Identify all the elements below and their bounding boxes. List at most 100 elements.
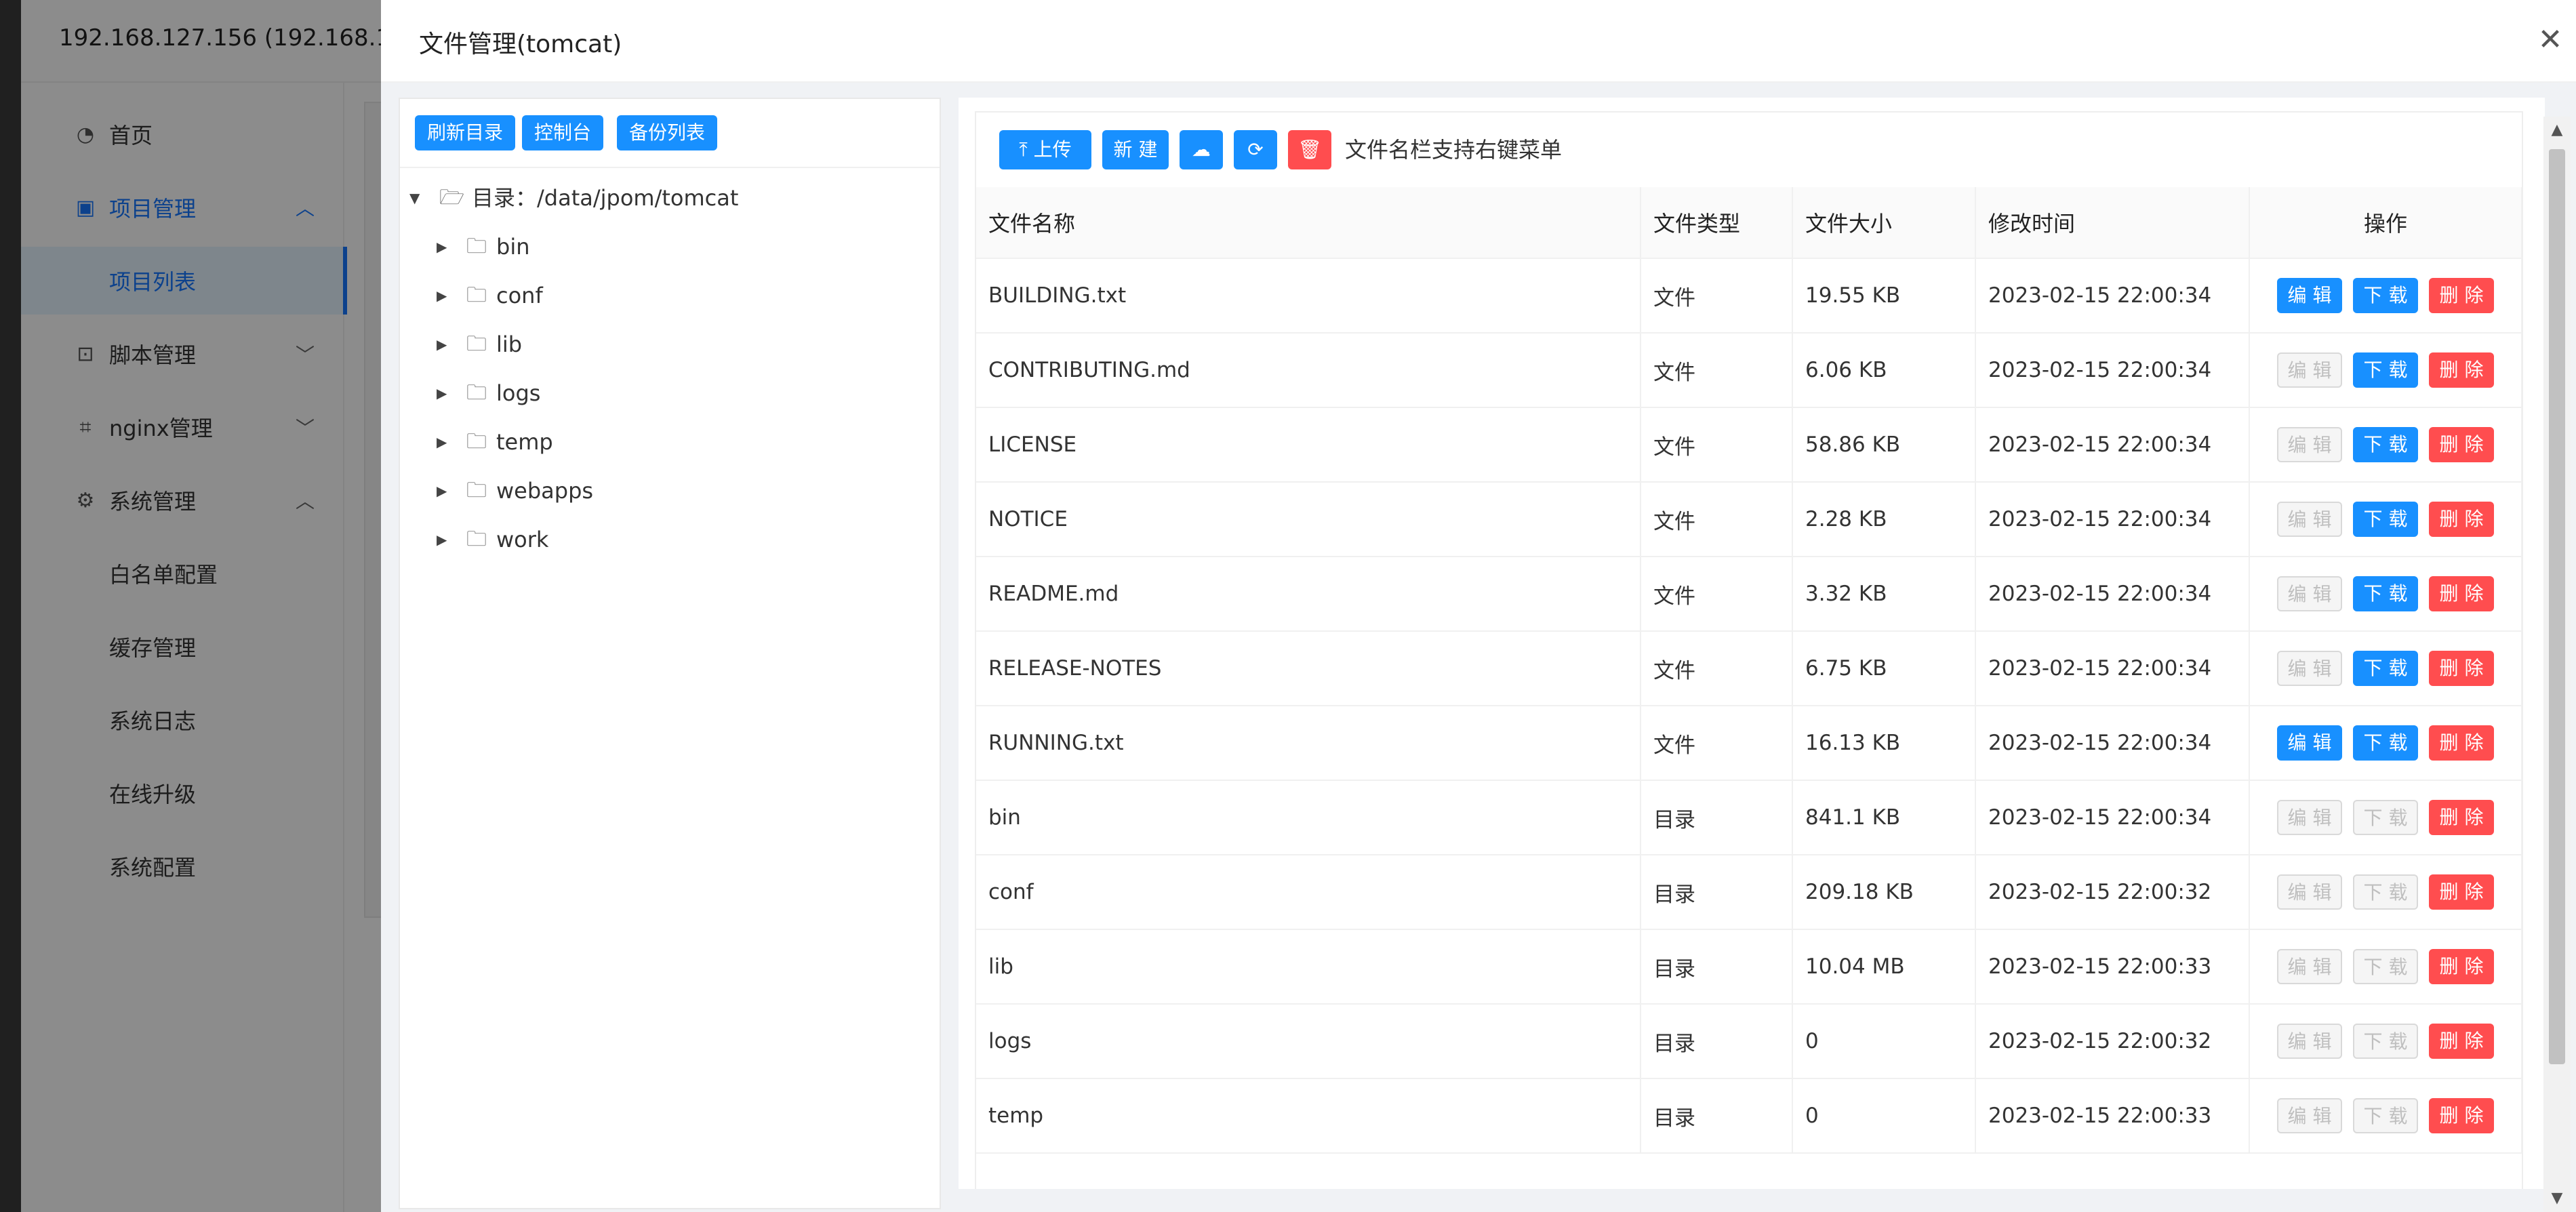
file-name-cell[interactable]: README.md xyxy=(976,557,1641,632)
download-button[interactable]: 下 载 xyxy=(2353,576,2418,611)
caret-right-icon[interactable]: ▶ xyxy=(437,470,447,511)
delete-button[interactable]: 删 除 xyxy=(2429,352,2494,388)
file-size-cell: 0 xyxy=(1792,1004,1976,1079)
caret-right-icon[interactable]: ▶ xyxy=(437,324,447,365)
download-button[interactable]: 下 载 xyxy=(2353,427,2418,462)
delete-button[interactable]: 删 除 xyxy=(2429,874,2494,910)
actions-cell: 编 辑下 载删 除 xyxy=(2249,631,2522,706)
caret-right-icon[interactable]: ▶ xyxy=(437,422,447,462)
download-button[interactable]: 下 载 xyxy=(2353,725,2418,761)
file-type-cell: 目录 xyxy=(1641,780,1793,855)
edit-button: 编 辑 xyxy=(2277,1024,2342,1059)
table-row[interactable]: LICENSE 文件 58.86 KB 2023-02-15 22:00:34 编 辑下… xyxy=(976,407,2522,483)
delete-icon[interactable]: 🗑 xyxy=(1288,130,1331,169)
scroll-down-arrow-icon[interactable]: ▼ xyxy=(2543,1185,2571,1212)
column-header-type[interactable]: 文件类型 xyxy=(1641,187,1793,259)
delete-button[interactable]: 删 除 xyxy=(2429,427,2494,462)
edit-button[interactable]: 编 辑 xyxy=(2277,278,2342,313)
refresh-icon[interactable]: ⟳ xyxy=(1234,130,1277,169)
actions-cell: 编 辑下 载删 除 xyxy=(2249,258,2522,334)
delete-button[interactable]: 删 除 xyxy=(2429,651,2494,686)
download-button[interactable]: 下 载 xyxy=(2353,352,2418,388)
caret-down-icon[interactable]: ▼ xyxy=(409,178,420,218)
file-name-cell[interactable]: RUNNING.txt xyxy=(976,706,1641,781)
modified-time-cell: 2023-02-15 22:00:34 xyxy=(1975,706,2250,781)
modified-time-cell: 2023-02-15 22:00:34 xyxy=(1975,482,2250,557)
delete-button[interactable]: 删 除 xyxy=(2429,800,2494,835)
file-name-cell[interactable]: BUILDING.txt xyxy=(976,258,1641,334)
table-row[interactable]: temp 目录 0 2023-02-15 22:00:33 编 辑下 载删 除 xyxy=(976,1078,2522,1154)
edit-button: 编 辑 xyxy=(2277,352,2342,388)
file-name-cell[interactable]: NOTICE xyxy=(976,482,1641,557)
caret-right-icon[interactable]: ▶ xyxy=(437,275,447,316)
delete-button[interactable]: 删 除 xyxy=(2429,725,2494,761)
edit-button: 编 辑 xyxy=(2277,1098,2342,1133)
caret-right-icon[interactable]: ▶ xyxy=(437,519,447,560)
folder-icon: 🗀 xyxy=(466,283,487,307)
delete-button[interactable]: 删 除 xyxy=(2429,278,2494,313)
cloud-upload-icon[interactable]: ☁ xyxy=(1180,130,1223,169)
tree-node-label: work xyxy=(496,527,549,552)
upload-button[interactable]: ⤒ 上传 xyxy=(999,130,1091,169)
table-row[interactable]: RELEASE-NOTES 文件 6.75 KB 2023-02-15 22:00:3… xyxy=(976,631,2522,706)
scroll-up-arrow-icon[interactable]: ▲ xyxy=(2543,117,2571,144)
column-header-size[interactable]: 文件大小 xyxy=(1792,187,1976,259)
file-name-cell[interactable]: CONTRIBUTING.md xyxy=(976,333,1641,408)
file-name-cell[interactable]: RELEASE-NOTES xyxy=(976,631,1641,706)
backup-list-button[interactable]: 备份列表 xyxy=(617,115,718,150)
file-size-cell: 19.55 KB xyxy=(1792,258,1976,334)
new-button[interactable]: 新 建 xyxy=(1102,130,1169,169)
folder-icon: 🗀 xyxy=(466,381,487,405)
table-row[interactable]: BUILDING.txt 文件 19.55 KB 2023-02-15 22:00:3… xyxy=(976,258,2522,334)
folder-open-icon: 🗁 xyxy=(439,186,465,209)
table-header-row: 文件名称 文件类型 文件大小 修改时间 操作 xyxy=(976,187,2522,259)
download-button: 下 载 xyxy=(2353,1024,2418,1059)
download-button[interactable]: 下 载 xyxy=(2353,278,2418,313)
modified-time-cell: 2023-02-15 22:00:34 xyxy=(1975,407,2250,483)
table-row[interactable]: CONTRIBUTING.md 文件 6.06 KB 2023-02-15 22:00… xyxy=(976,333,2522,408)
delete-button[interactable]: 删 除 xyxy=(2429,1024,2494,1059)
file-type-cell: 目录 xyxy=(1641,855,1793,930)
file-size-cell: 2.28 KB xyxy=(1792,482,1976,557)
actions-cell: 编 辑下 载删 除 xyxy=(2249,1078,2522,1154)
vertical-scrollbar[interactable]: ▲ ▼ xyxy=(2543,117,2571,1212)
file-size-cell: 3.32 KB xyxy=(1792,557,1976,632)
table-row[interactable]: RUNNING.txt 文件 16.13 KB 2023-02-15 22:00:34… xyxy=(976,706,2522,781)
table-row[interactable]: logs 目录 0 2023-02-15 22:00:32 编 辑下 载删 除 xyxy=(976,1004,2522,1079)
file-name-cell[interactable]: conf xyxy=(976,855,1641,930)
table-row[interactable]: bin 目录 841.1 KB 2023-02-15 22:00:34 编 辑下 载删 … xyxy=(976,780,2522,855)
context-menu-hint: 文件名栏支持右键菜单 xyxy=(1345,137,1563,163)
scrollbar-thumb[interactable] xyxy=(2549,149,2565,1064)
table-row[interactable]: README.md 文件 3.32 KB 2023-02-15 22:00:34 编 辑… xyxy=(976,557,2522,632)
caret-right-icon[interactable]: ▶ xyxy=(437,373,447,413)
delete-button[interactable]: 删 除 xyxy=(2429,576,2494,611)
download-button[interactable]: 下 载 xyxy=(2353,502,2418,537)
console-button[interactable]: 控制台 xyxy=(522,115,604,150)
close-icon[interactable]: ✕ xyxy=(2533,23,2567,57)
actions-cell: 编 辑下 载删 除 xyxy=(2249,557,2522,632)
tree-node-label: webapps xyxy=(496,478,594,504)
modified-time-cell: 2023-02-15 22:00:34 xyxy=(1975,631,2250,706)
file-size-cell: 841.1 KB xyxy=(1792,780,1976,855)
edit-button[interactable]: 编 辑 xyxy=(2277,725,2342,761)
table-row[interactable]: NOTICE 文件 2.28 KB 2023-02-15 22:00:34 编 辑下 载… xyxy=(976,482,2522,557)
modified-time-cell: 2023-02-15 22:00:34 xyxy=(1975,780,2250,855)
file-size-cell: 6.06 KB xyxy=(1792,333,1976,408)
column-header-time[interactable]: 修改时间 xyxy=(1975,187,2250,259)
download-button[interactable]: 下 载 xyxy=(2353,651,2418,686)
delete-button[interactable]: 删 除 xyxy=(2429,502,2494,537)
refresh-directory-button[interactable]: 刷新目录 xyxy=(415,115,516,150)
delete-button[interactable]: 删 除 xyxy=(2429,949,2494,984)
tree-node-label: lib xyxy=(496,331,523,357)
file-name-cell[interactable]: lib xyxy=(976,929,1641,1005)
delete-button[interactable]: 删 除 xyxy=(2429,1098,2494,1133)
column-header-name[interactable]: 文件名称 xyxy=(976,187,1641,259)
file-name-cell[interactable]: logs xyxy=(976,1004,1641,1079)
table-row[interactable]: lib 目录 10.04 MB 2023-02-15 22:00:33 编 辑下 载删 … xyxy=(976,929,2522,1005)
tree-node-label: logs xyxy=(496,380,541,406)
table-row[interactable]: conf 目录 209.18 KB 2023-02-15 22:00:32 编 辑下 载… xyxy=(976,855,2522,930)
file-name-cell[interactable]: LICENSE xyxy=(976,407,1641,483)
file-name-cell[interactable]: temp xyxy=(976,1078,1641,1154)
file-name-cell[interactable]: bin xyxy=(976,780,1641,855)
caret-right-icon[interactable]: ▶ xyxy=(437,226,447,267)
